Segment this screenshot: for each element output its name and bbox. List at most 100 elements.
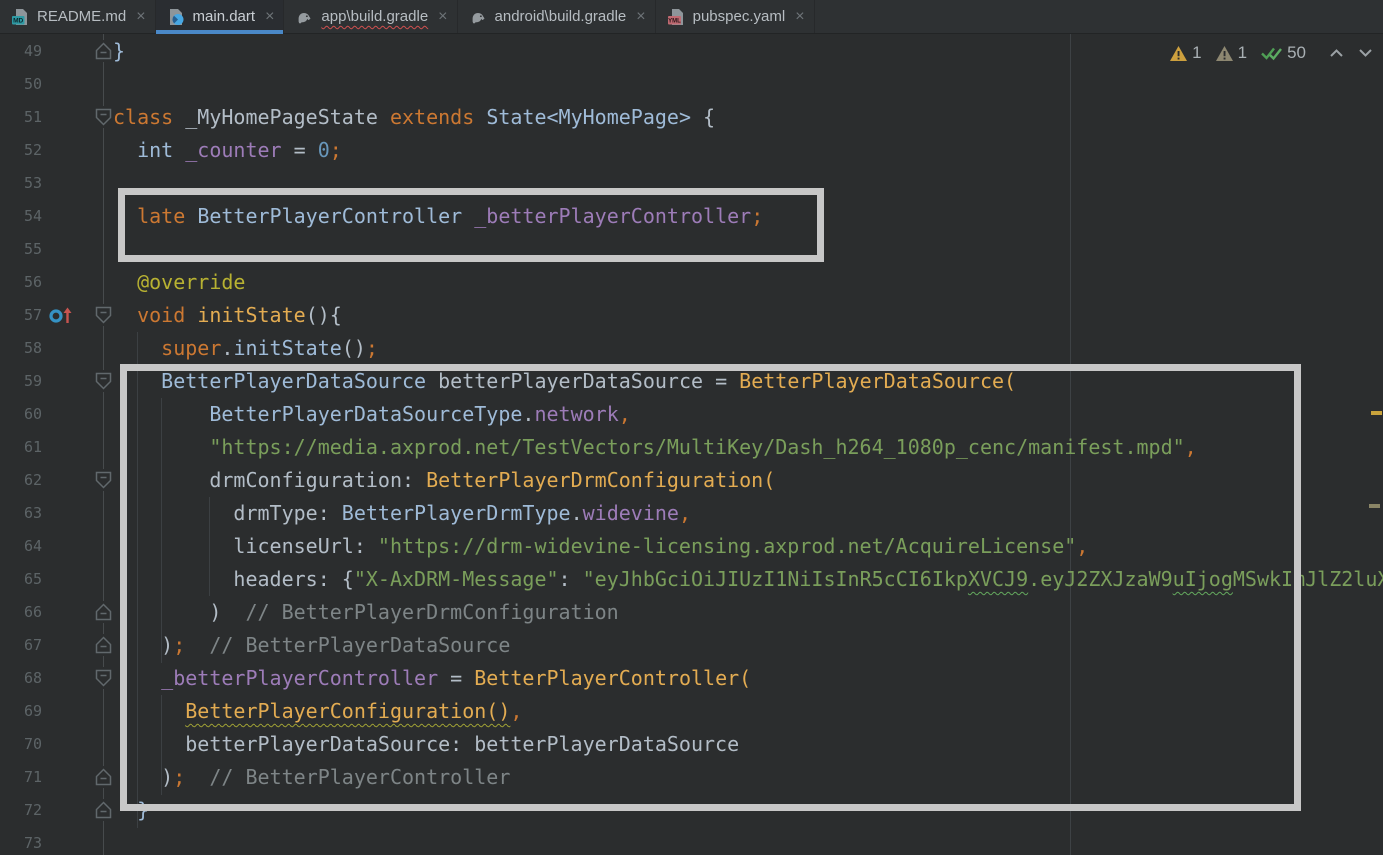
error-stripe-weak-warning-mark[interactable] [1369,504,1380,508]
next-issue-chevron-icon[interactable] [1358,48,1373,58]
line-number[interactable]: 52 [0,134,42,167]
tab-readme.md[interactable]: MDREADME.md× [0,0,156,33]
overrides-method-icon[interactable] [48,304,76,326]
tab-label: pubspec.yaml [693,8,786,25]
code-line-51: 51 class _MyHomePageState extends State<M… [0,101,1383,134]
code-text[interactable]: } [113,794,149,827]
weak-warning-icon [1215,45,1234,62]
code-line-65: 65 headers: {"X-AxDRM-Message": "eyJhbGc… [0,563,1383,596]
tab-close-icon[interactable]: × [795,9,804,25]
line-number[interactable]: 63 [0,497,42,530]
line-number[interactable]: 57 [0,299,42,332]
warning-icon [1169,45,1188,62]
svg-text:MD: MD [13,17,23,24]
line-number[interactable]: 61 [0,431,42,464]
weak-warning-count: 1 [1238,43,1247,63]
tab-main.dart[interactable]: main.dart × [156,0,285,33]
fold-open-icon[interactable] [93,469,114,491]
line-number[interactable]: 71 [0,761,42,794]
fold-close-icon[interactable] [93,766,114,788]
line-number[interactable]: 66 [0,596,42,629]
line-number[interactable]: 64 [0,530,42,563]
gradle-file-icon [295,8,313,26]
fold-open-icon[interactable] [93,370,114,392]
code-text[interactable]: void initState(){ [113,299,342,332]
fold-open-icon[interactable] [93,304,114,326]
line-number[interactable]: 70 [0,728,42,761]
line-number[interactable]: 69 [0,695,42,728]
line-number[interactable]: 56 [0,266,42,299]
code-line-54: 54 late BetterPlayerController _betterPl… [0,200,1383,233]
checks-passed-icon [1260,44,1283,62]
code-text[interactable]: "https://media.axprod.net/TestVectors/Mu… [113,431,1197,464]
error-stripe-warning-mark[interactable] [1371,411,1382,415]
code-line-52: 52 int _counter = 0; [0,134,1383,167]
code-line-56: 56 @override [0,266,1383,299]
inspections-widget[interactable]: 1 1 50 [1169,43,1373,63]
editor-tab-bar: MDREADME.md×main.dart×app\build.gradle×a… [0,0,1383,34]
tab-android-build.gradle[interactable]: android\build.gradle× [458,0,656,33]
code-text[interactable]: ); // BetterPlayerDataSource [113,629,510,662]
line-number[interactable]: 68 [0,662,42,695]
tab-close-icon[interactable]: × [636,9,645,25]
code-text[interactable]: drmConfiguration: BetterPlayerDrmConfigu… [113,464,775,497]
line-number[interactable]: 54 [0,200,42,233]
tab-pubspec.yaml[interactable]: YMLpubspec.yaml× [656,0,815,33]
code-text[interactable]: ); // BetterPlayerController [113,761,510,794]
fold-close-icon[interactable] [93,634,114,656]
line-number[interactable]: 62 [0,464,42,497]
code-line-59: 59 BetterPlayerDataSource betterPlayerDa… [0,365,1383,398]
code-line-62: 62 drmConfiguration: BetterPlayerDrmConf… [0,464,1383,497]
line-number[interactable]: 50 [0,68,42,101]
code-line-66: 66 ) // BetterPlayerDrmConfiguration [0,596,1383,629]
code-text[interactable]: class _MyHomePageState extends State<MyH… [113,101,715,134]
code-line-55: 55 [0,233,1383,266]
fold-open-icon[interactable] [93,106,114,128]
fold-close-icon[interactable] [93,601,114,623]
line-number[interactable]: 72 [0,794,42,827]
code-text[interactable]: int _counter = 0; [113,134,342,167]
code-text[interactable]: BetterPlayerDataSourceType.network, [113,398,631,431]
code-line-72: 72 } [0,794,1383,827]
tab-close-icon[interactable]: × [265,9,274,25]
code-text[interactable]: super.initState(); [113,332,378,365]
markdown-file-icon: MD [11,8,29,26]
line-number[interactable]: 73 [0,827,42,855]
tab-close-icon[interactable]: × [438,9,447,25]
gradle-file-icon [469,8,487,26]
line-number[interactable]: 59 [0,365,42,398]
prev-issue-chevron-icon[interactable] [1329,48,1344,58]
gutter-fold-line [103,34,104,855]
line-number[interactable]: 67 [0,629,42,662]
code-text[interactable]: BetterPlayerDataSource betterPlayerDataS… [113,365,1016,398]
fold-open-icon[interactable] [93,667,114,689]
code-line-58: 58 super.initState(); [0,332,1383,365]
code-text[interactable]: late BetterPlayerController _betterPlaye… [113,200,763,233]
code-text[interactable]: headers: {"X-AxDRM-Message": "eyJhbGciOi… [113,563,1383,596]
fold-close-icon[interactable] [93,40,114,62]
tab-close-icon[interactable]: × [136,9,145,25]
fold-close-icon[interactable] [93,799,114,821]
line-number[interactable]: 55 [0,233,42,266]
code-line-67: 67 ); // BetterPlayerDataSource [0,629,1383,662]
code-line-68: 68 _betterPlayerController = BetterPlaye… [0,662,1383,695]
code-text[interactable]: @override [113,266,245,299]
tab-label: main.dart [193,8,256,25]
code-text[interactable]: drmType: BetterPlayerDrmType.widevine, [113,497,691,530]
code-text[interactable]: licenseUrl: "https://drm-widevine-licens… [113,530,1088,563]
code-text[interactable]: } [113,35,125,68]
line-number[interactable]: 58 [0,332,42,365]
line-number[interactable]: 65 [0,563,42,596]
code-text[interactable]: BetterPlayerConfiguration(), [113,695,522,728]
tab-app-build.gradle[interactable]: app\build.gradle× [284,0,457,33]
code-text[interactable]: ) // BetterPlayerDrmConfiguration [113,596,619,629]
line-number[interactable]: 51 [0,101,42,134]
line-number[interactable]: 49 [0,35,42,68]
code-text[interactable]: betterPlayerDataSource: betterPlayerData… [113,728,739,761]
code-line-71: 71 ); // BetterPlayerController [0,761,1383,794]
code-editor[interactable]: 49} 5051 class _MyHomePageState extends St… [0,34,1383,855]
code-text[interactable]: _betterPlayerController = BetterPlayerCo… [113,662,751,695]
dart-file-icon [167,8,185,26]
line-number[interactable]: 53 [0,167,42,200]
line-number[interactable]: 60 [0,398,42,431]
